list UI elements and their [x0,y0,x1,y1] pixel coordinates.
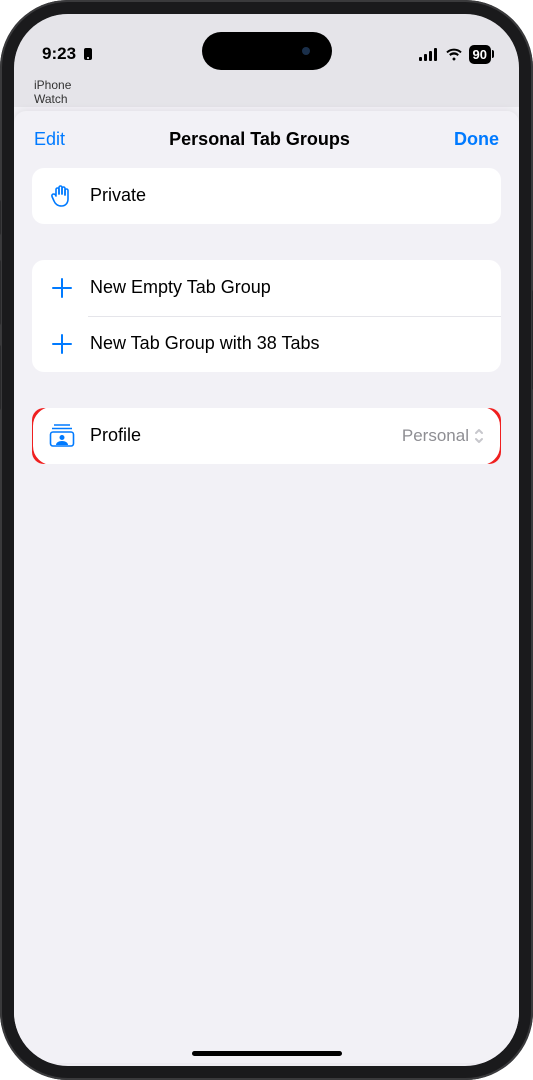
private-label: Private [90,185,485,206]
profile-label: Profile [90,425,402,446]
new-with-tabs-label: New Tab Group with 38 Tabs [90,333,485,354]
screen: 9:23 90 iPhone Watch [14,14,519,1066]
done-button[interactable]: Done [454,129,499,150]
new-empty-tab-group-row[interactable]: New Empty Tab Group [32,260,501,316]
tab-groups-sheet: Edit Personal Tab Groups Done [14,111,519,1063]
silence-switch [0,200,1,235]
profile-row[interactable]: Profile Personal [32,408,501,464]
sheet-title: Personal Tab Groups [169,129,350,150]
volume-up-button [0,260,1,325]
private-group: Private [32,168,501,224]
profile-group: Profile Personal [32,408,501,464]
plus-icon [48,330,76,358]
wifi-icon [445,48,463,61]
background-app-preview: iPhone Watch [14,76,519,107]
sheet-header: Edit Personal Tab Groups Done [14,111,519,168]
battery-indicator: 90 [469,45,491,64]
new-tab-group-actions: New Empty Tab Group New Tab Group with 3… [32,260,501,372]
home-indicator[interactable] [192,1051,342,1056]
chevron-up-down-icon [473,427,485,445]
cellular-signal-icon [419,48,439,61]
profile-value-container: Personal [402,426,485,446]
new-empty-label: New Empty Tab Group [90,277,485,298]
volume-down-button [0,345,1,410]
dynamic-island [202,32,332,70]
profile-card-icon [48,422,76,450]
phone-frame: 9:23 90 iPhone Watch [0,0,533,1080]
edit-button[interactable]: Edit [34,129,65,150]
profile-value: Personal [402,426,469,446]
private-row[interactable]: Private [32,168,501,224]
location-indicator-icon [82,47,94,61]
new-tab-group-with-tabs-row[interactable]: New Tab Group with 38 Tabs [32,316,501,372]
status-time: 9:23 [42,44,76,64]
plus-icon [48,274,76,302]
hand-raised-icon [48,182,76,210]
